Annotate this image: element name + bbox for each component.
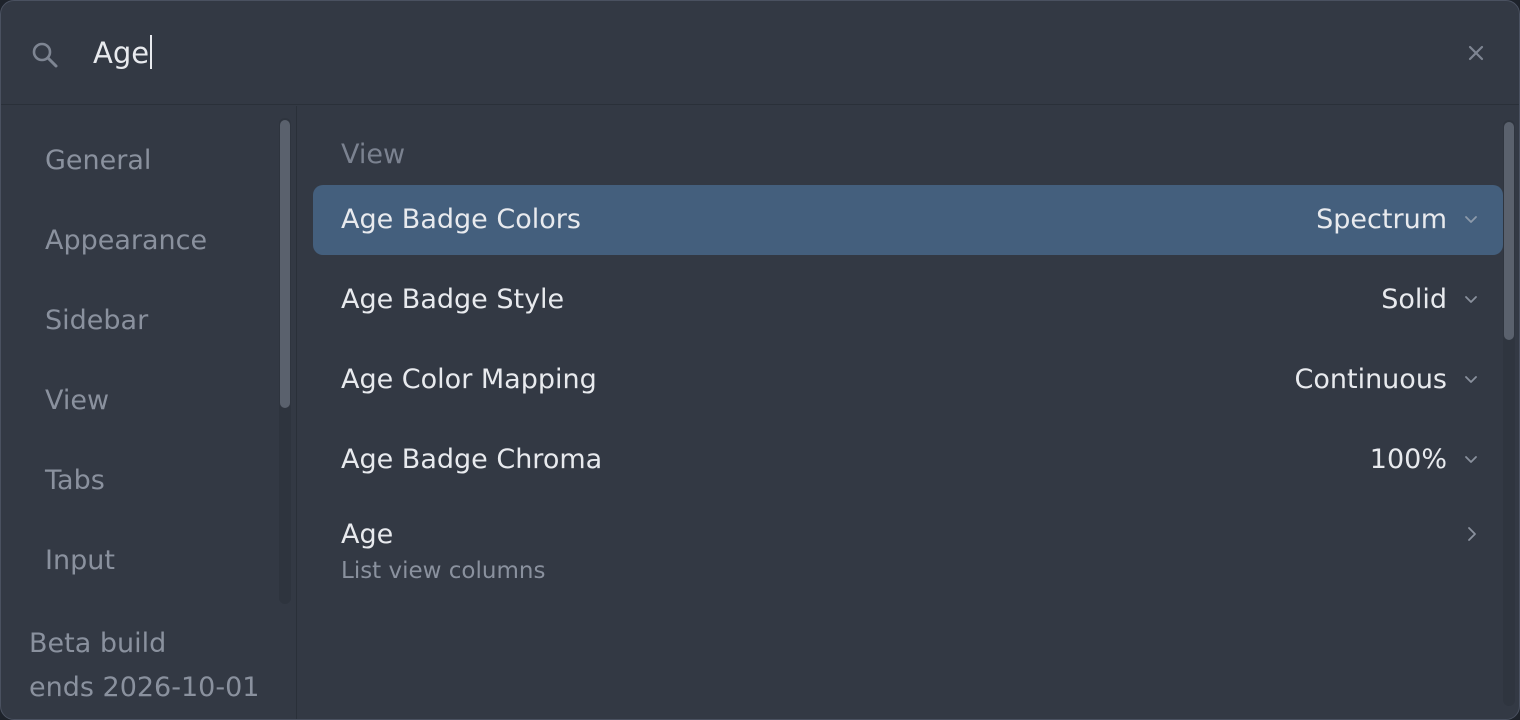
chevron-down-icon xyxy=(1465,456,1477,463)
sidebar-item-sidebar[interactable]: Sidebar xyxy=(45,304,148,338)
beta-notice-line2: ends 2026-10-01 xyxy=(29,672,260,703)
chevron-down-icon xyxy=(1465,376,1477,383)
setting-label: Age Color Mapping xyxy=(341,364,597,395)
setting-value-dropdown[interactable]: Continuous xyxy=(1295,362,1448,398)
search-bar: Age xyxy=(1,1,1519,105)
sidebar-item-appearance[interactable]: Appearance xyxy=(45,224,207,258)
setting-sublabel: List view columns xyxy=(341,558,546,584)
setting-row-age-badge-style[interactable]: Age Badge Style Solid xyxy=(313,265,1503,335)
search-input[interactable]: Age xyxy=(93,35,153,71)
sidebar-item-input[interactable]: Input xyxy=(45,544,115,578)
sidebar-item-view[interactable]: View xyxy=(45,384,109,418)
close-icon[interactable] xyxy=(1461,38,1491,68)
setting-row-age-link[interactable]: Age List view columns xyxy=(313,500,1503,600)
settings-content: View Age Badge Colors Spectrum Age Badge… xyxy=(298,106,1519,719)
sidebar-item-tabs[interactable]: Tabs xyxy=(45,464,105,498)
chevron-down-icon xyxy=(1465,296,1477,303)
setting-value-dropdown[interactable]: 100% xyxy=(1370,442,1447,478)
sidebar-scrollbar-thumb[interactable] xyxy=(280,120,290,408)
sidebar-item-general[interactable]: General xyxy=(45,144,151,178)
chevron-right-icon xyxy=(1468,527,1476,541)
beta-notice: Beta build ends 2026-10-01 xyxy=(29,622,259,710)
chevron-down-icon xyxy=(1465,216,1477,223)
settings-sidebar: General Appearance Sidebar View Tabs Inp… xyxy=(1,106,297,719)
content-scrollbar-thumb[interactable] xyxy=(1504,122,1514,340)
setting-row-age-color-mapping[interactable]: Age Color Mapping Continuous xyxy=(313,345,1503,415)
setting-value-dropdown[interactable]: Spectrum xyxy=(1316,202,1447,238)
settings-window: Age General Appearance Sidebar View Tabs… xyxy=(0,0,1520,720)
setting-value-dropdown[interactable]: Solid xyxy=(1381,282,1447,318)
search-input-value: Age xyxy=(93,36,150,70)
setting-label: Age xyxy=(341,519,394,550)
text-caret xyxy=(150,35,153,69)
setting-row-age-badge-colors[interactable]: Age Badge Colors Spectrum xyxy=(313,185,1503,255)
setting-label: Age Badge Chroma xyxy=(341,444,603,475)
search-icon xyxy=(32,42,58,68)
setting-row-age-badge-chroma[interactable]: Age Badge Chroma 100% xyxy=(313,425,1503,495)
setting-label: Age Badge Colors xyxy=(341,204,581,235)
setting-label: Age Badge Style xyxy=(341,284,565,315)
beta-notice-line1: Beta build xyxy=(29,628,167,659)
section-heading: View xyxy=(341,139,406,170)
